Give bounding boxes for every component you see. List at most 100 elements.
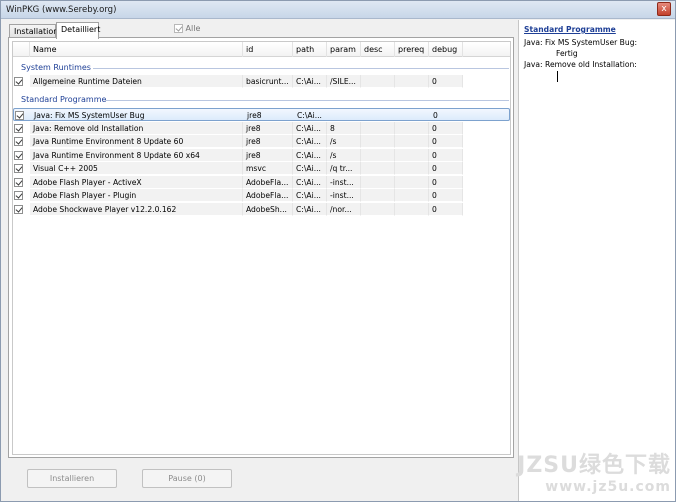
group-title: Standard Programme [21, 95, 107, 104]
row-check-cell[interactable] [13, 135, 30, 148]
cell-path: C:\Ai... [293, 75, 327, 88]
header-id[interactable]: id [243, 42, 293, 57]
tab-detailliert-label: Detailliert [61, 25, 101, 34]
cell-path: C:\Ai... [293, 122, 327, 135]
row-checkbox[interactable] [14, 164, 23, 173]
row-checkbox[interactable] [15, 111, 24, 120]
header-check-col [13, 42, 30, 57]
header-prereq[interactable]: prereq [395, 42, 429, 57]
cell-prereq [395, 176, 429, 189]
row-check-cell[interactable] [13, 75, 30, 88]
cell-debug: 0 [429, 162, 463, 175]
tab-installation-label: Installation [14, 27, 59, 36]
cell-desc [361, 122, 395, 135]
row-check-cell[interactable] [13, 122, 30, 135]
cell-path: C:\Ai... [293, 149, 327, 162]
cell-path: C:\Ai... [294, 109, 328, 122]
cell-id: jre8 [243, 149, 293, 162]
cell-id: AdobeFla... [243, 176, 293, 189]
row-check-cell[interactable] [13, 189, 30, 202]
cell-name: Adobe Flash Player - ActiveX [30, 176, 243, 189]
table-row[interactable]: Adobe Flash Player - Plugin AdobeFla... … [13, 189, 510, 202]
header-path[interactable]: path [293, 42, 327, 57]
list-header: Name id path param desc prereq debug [13, 42, 510, 57]
cell-path: C:\Ai... [293, 203, 327, 216]
watermark: JZSU绿色下载 www.jz5u.com [517, 447, 671, 495]
row-checkbox[interactable] [14, 205, 23, 214]
cell-name: Java: Remove old Installation [30, 122, 243, 135]
log-heading[interactable]: Standard Programme [524, 25, 616, 34]
row-checkbox[interactable] [14, 77, 23, 86]
group-divider [93, 68, 509, 69]
title-bar[interactable]: WinPKG (www.Sereby.org) x [1, 1, 675, 19]
row-check-cell[interactable] [13, 203, 30, 216]
row-checkbox[interactable] [14, 124, 23, 133]
install-button[interactable]: Installieren [27, 469, 117, 488]
cell-desc [361, 176, 395, 189]
details-panel: Name id path param desc prereq debug Sys… [8, 37, 514, 458]
table-row[interactable]: Java: Remove old Installation jre8 C:\Ai… [13, 122, 510, 135]
group-divider [105, 100, 509, 101]
header-desc[interactable]: desc [361, 42, 395, 57]
cell-prereq [395, 75, 429, 88]
pause-button[interactable]: Pause (0) [142, 469, 232, 488]
cell-prereq [395, 189, 429, 202]
cell-param: -inst... [327, 176, 361, 189]
log-panel[interactable]: Standard Programme Java: Fix MS SystemUs… [518, 20, 675, 501]
cell-param: /SILE... [327, 75, 361, 88]
cell-path: C:\Ai... [293, 189, 327, 202]
row-checkbox[interactable] [14, 151, 23, 160]
alle-checkbox[interactable] [174, 24, 183, 33]
cell-param: /s [327, 135, 361, 148]
header-param[interactable]: param [327, 42, 361, 57]
table-row[interactable]: Adobe Flash Player - ActiveX AdobeFla...… [13, 176, 510, 189]
cell-desc [361, 162, 395, 175]
cell-param: /q tr... [327, 162, 361, 175]
cell-desc [362, 109, 396, 122]
cell-param: -inst... [327, 189, 361, 202]
cell-debug: 0 [430, 109, 464, 122]
cell-param: /s [327, 149, 361, 162]
header-name[interactable]: Name [30, 42, 243, 57]
table-row[interactable]: Adobe Shockwave Player v12.2.0.162 Adobe… [13, 203, 510, 216]
text-cursor [557, 71, 558, 82]
row-check-cell[interactable] [13, 162, 30, 175]
cell-id: AdobeSh... [243, 203, 293, 216]
row-check-cell[interactable] [14, 109, 31, 122]
close-icon[interactable]: x [657, 2, 671, 16]
header-debug[interactable]: debug [429, 42, 463, 57]
cell-path: C:\Ai... [293, 135, 327, 148]
table-row[interactable]: Java: Fix MS SystemUser Bug jre8 C:\Ai..… [13, 108, 510, 122]
group-header: System Runtimes [13, 62, 510, 74]
cell-prereq [395, 162, 429, 175]
cell-debug: 0 [429, 149, 463, 162]
cell-name: Java: Fix MS SystemUser Bug [31, 109, 244, 122]
table-row[interactable]: Visual C++ 2005 msvc C:\Ai... /q tr... 0 [13, 162, 510, 175]
cell-id: basicrunt... [243, 75, 293, 88]
row-check-cell[interactable] [13, 176, 30, 189]
package-list[interactable]: Name id path param desc prereq debug Sys… [12, 41, 511, 455]
app-window: WinPKG (www.Sereby.org) x Installation D… [0, 0, 676, 502]
row-checkbox[interactable] [14, 191, 23, 200]
alle-toggle[interactable]: Alle [174, 24, 200, 33]
log-line: Fertig [556, 49, 578, 58]
cell-name: Java Runtime Environment 8 Update 60 [30, 135, 243, 148]
cell-prereq [395, 135, 429, 148]
cell-debug: 0 [429, 122, 463, 135]
cell-name: Adobe Shockwave Player v12.2.0.162 [30, 203, 243, 216]
cell-debug: 0 [429, 203, 463, 216]
table-row[interactable]: Java Runtime Environment 8 Update 60 jre… [13, 135, 510, 148]
cell-name: Java Runtime Environment 8 Update 60 x64 [30, 149, 243, 162]
cell-id: jre8 [243, 122, 293, 135]
cell-desc [361, 189, 395, 202]
tab-installation[interactable]: Installation [9, 24, 59, 38]
row-checkbox[interactable] [14, 178, 23, 187]
row-checkbox[interactable] [14, 137, 23, 146]
table-row[interactable]: Java Runtime Environment 8 Update 60 x64… [13, 149, 510, 162]
log-line: Java: Fix MS SystemUser Bug: [524, 38, 638, 47]
row-check-cell[interactable] [13, 149, 30, 162]
watermark-line-1: JZSU绿色下载 [517, 453, 671, 478]
cell-name: Visual C++ 2005 [30, 162, 243, 175]
table-row[interactable]: Allgemeine Runtime Dateien basicrunt... … [13, 75, 510, 88]
tab-detailliert[interactable]: Detailliert [56, 22, 101, 39]
